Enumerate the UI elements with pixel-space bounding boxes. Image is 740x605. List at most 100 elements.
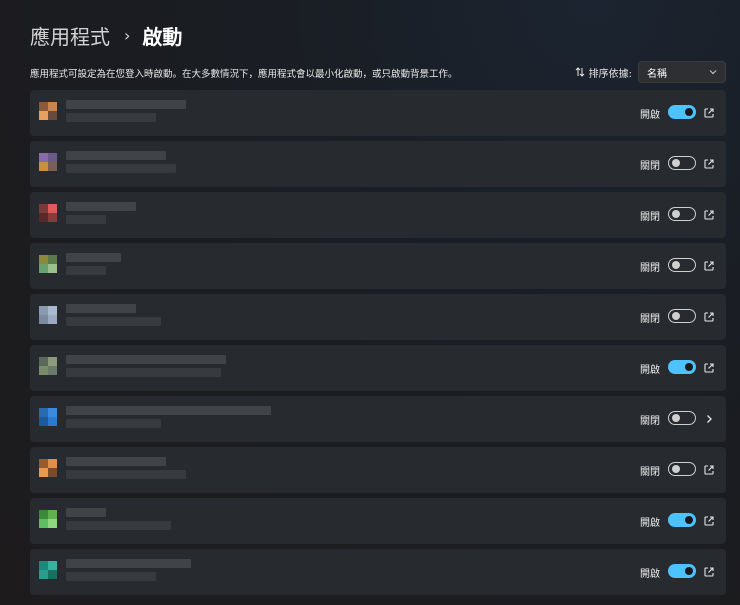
startup-toggle[interactable] bbox=[668, 207, 696, 221]
app-publisher-blur bbox=[66, 521, 171, 530]
external-link-icon[interactable] bbox=[702, 258, 716, 272]
app-name-redacted bbox=[66, 559, 191, 581]
app-name-blur bbox=[66, 508, 106, 517]
app-icon bbox=[39, 459, 57, 477]
startup-app-row: 關閉 bbox=[30, 192, 726, 238]
toggle-knob bbox=[672, 465, 680, 473]
app-publisher-blur bbox=[66, 164, 176, 173]
chevron-right-icon[interactable] bbox=[702, 411, 716, 425]
app-name-blur bbox=[66, 355, 226, 364]
toggle-knob bbox=[672, 210, 680, 218]
app-name-redacted bbox=[66, 406, 271, 428]
toggle-state-label: 關閉 bbox=[640, 416, 660, 427]
app-name-blur bbox=[66, 100, 186, 109]
toggle-state-label: 開啟 bbox=[640, 110, 660, 121]
app-name-redacted bbox=[66, 304, 161, 326]
toggle-knob bbox=[672, 261, 680, 269]
external-link-icon[interactable] bbox=[702, 564, 716, 578]
startup-toggle[interactable] bbox=[668, 564, 696, 578]
app-name-redacted bbox=[66, 457, 186, 479]
app-name-blur bbox=[66, 457, 166, 466]
chevron-down-icon bbox=[709, 70, 717, 75]
app-publisher-blur bbox=[66, 317, 161, 326]
startup-toggle[interactable] bbox=[668, 462, 696, 476]
app-icon bbox=[39, 357, 57, 375]
external-link-icon[interactable] bbox=[702, 207, 716, 221]
app-name-blur bbox=[66, 253, 121, 262]
toggle-state-label: 關閉 bbox=[640, 467, 660, 478]
app-icon bbox=[39, 306, 57, 324]
toggle-state-label: 開啟 bbox=[640, 569, 660, 580]
toggle-state-label: 關閉 bbox=[640, 314, 660, 325]
app-name-blur bbox=[66, 304, 136, 313]
startup-app-row: 關閉 bbox=[30, 243, 726, 289]
external-link-icon[interactable] bbox=[702, 156, 716, 170]
app-icon bbox=[39, 153, 57, 171]
startup-app-row: 開啟 bbox=[30, 549, 726, 595]
startup-app-list: 開啟 關閉 關閉 關閉 關閉 開啟 關閉 關閉 開啟 開啟 bbox=[30, 90, 726, 600]
startup-toggle[interactable] bbox=[668, 513, 696, 527]
external-link-icon[interactable] bbox=[702, 105, 716, 119]
breadcrumb: 應用程式 › 啟動 bbox=[30, 20, 182, 50]
app-name-redacted bbox=[66, 508, 171, 530]
sort-arrows-icon bbox=[575, 67, 584, 77]
toggle-knob bbox=[685, 108, 693, 116]
breadcrumb-separator-icon: › bbox=[124, 25, 131, 45]
toggle-knob bbox=[672, 159, 680, 167]
toggle-state-label: 關閉 bbox=[640, 161, 660, 172]
app-publisher-blur bbox=[66, 368, 221, 377]
app-name-redacted bbox=[66, 355, 226, 377]
startup-app-row: 開啟 bbox=[30, 498, 726, 544]
external-link-icon[interactable] bbox=[702, 513, 716, 527]
toggle-knob bbox=[672, 414, 680, 422]
toggle-knob bbox=[685, 567, 693, 575]
app-icon bbox=[39, 255, 57, 273]
app-icon bbox=[39, 102, 57, 120]
app-name-blur bbox=[66, 151, 166, 160]
sort-control: 排序依據: 名稱 bbox=[575, 61, 726, 83]
external-link-icon[interactable] bbox=[702, 309, 716, 323]
app-icon bbox=[39, 408, 57, 426]
toggle-state-label: 開啟 bbox=[640, 365, 660, 376]
toggle-knob bbox=[685, 363, 693, 371]
app-icon bbox=[39, 204, 57, 222]
app-name-blur bbox=[66, 202, 136, 211]
external-link-icon[interactable] bbox=[702, 360, 716, 374]
toggle-state-label: 開啟 bbox=[640, 518, 660, 529]
page-description: 應用程式可設定為在您登入時啟動。在大多數情況下，應用程式會以最小化啟動，或只啟動… bbox=[30, 69, 458, 80]
app-name-redacted bbox=[66, 100, 186, 122]
app-name-redacted bbox=[66, 253, 121, 275]
app-publisher-blur bbox=[66, 470, 186, 479]
toggle-state-label: 關閉 bbox=[640, 212, 660, 223]
sort-label-group: 排序依據: bbox=[575, 65, 632, 80]
startup-app-row: 關閉 bbox=[30, 294, 726, 340]
startup-toggle[interactable] bbox=[668, 309, 696, 323]
startup-app-row: 開啟 bbox=[30, 345, 726, 391]
app-icon bbox=[39, 510, 57, 528]
startup-toggle[interactable] bbox=[668, 411, 696, 425]
app-publisher-blur bbox=[66, 215, 106, 224]
sort-dropdown-value: 名稱 bbox=[647, 68, 667, 80]
startup-app-row: 開啟 bbox=[30, 90, 726, 136]
startup-app-row: 關閉 bbox=[30, 141, 726, 187]
startup-toggle[interactable] bbox=[668, 360, 696, 374]
startup-toggle[interactable] bbox=[668, 105, 696, 119]
startup-app-row: 關閉 bbox=[30, 396, 726, 442]
toggle-knob bbox=[685, 516, 693, 524]
app-name-redacted bbox=[66, 151, 176, 173]
app-publisher-blur bbox=[66, 266, 106, 275]
sort-dropdown[interactable]: 名稱 bbox=[638, 61, 726, 83]
startup-toggle[interactable] bbox=[668, 258, 696, 272]
app-publisher-blur bbox=[66, 419, 161, 428]
breadcrumb-parent-apps[interactable]: 應用程式 bbox=[30, 21, 110, 50]
startup-toggle[interactable] bbox=[668, 156, 696, 170]
startup-app-row: 關閉 bbox=[30, 447, 726, 493]
external-link-icon[interactable] bbox=[702, 462, 716, 476]
app-publisher-blur bbox=[66, 572, 156, 581]
toggle-knob bbox=[672, 312, 680, 320]
sort-label: 排序依據: bbox=[588, 68, 632, 80]
app-publisher-blur bbox=[66, 113, 156, 122]
app-name-redacted bbox=[66, 202, 136, 224]
app-name-blur bbox=[66, 559, 191, 568]
toggle-state-label: 關閉 bbox=[640, 263, 660, 274]
